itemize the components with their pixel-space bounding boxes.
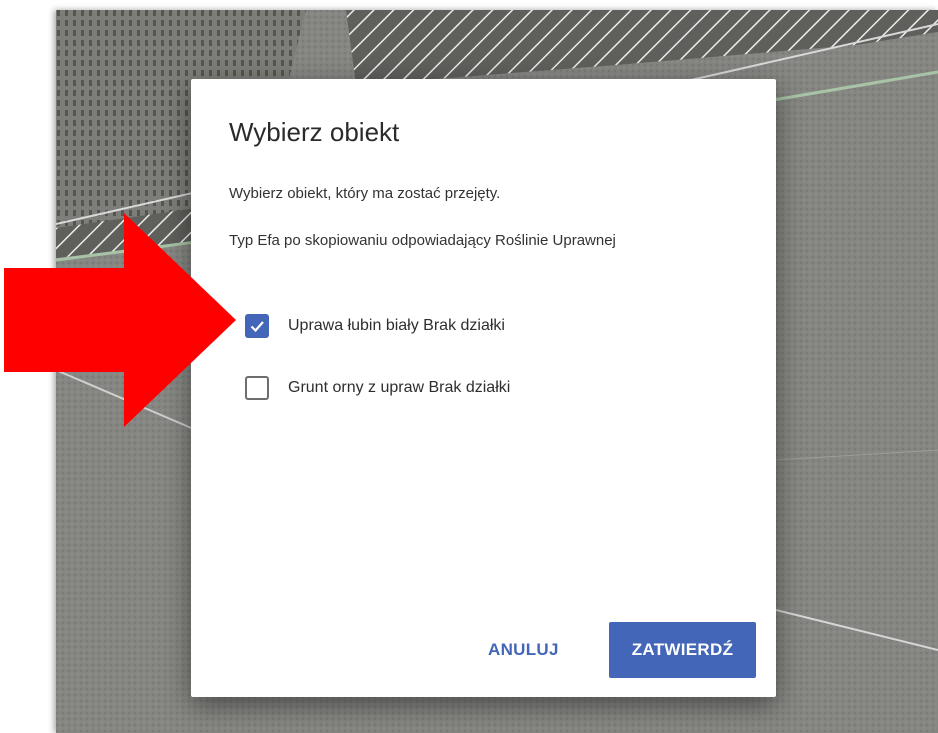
- dialog-instruction: Wybierz obiekt, który ma zostać przejęty…: [229, 185, 501, 202]
- option-label: Grunt orny z upraw Brak działki: [288, 379, 511, 396]
- cancel-button[interactable]: ANULUJ: [488, 639, 559, 661]
- option-grunt-orny[interactable]: Grunt orny z upraw Brak działki: [245, 374, 510, 402]
- option-uprawa-lubin[interactable]: Uprawa łubin biały Brak działki: [245, 312, 505, 340]
- select-object-dialog: Wybierz obiekt Wybierz obiekt, który ma …: [191, 79, 776, 697]
- option-label: Uprawa łubin biały Brak działki: [288, 317, 505, 334]
- checkbox-checked[interactable]: [245, 314, 269, 338]
- confirm-button[interactable]: ZATWIERDŹ: [609, 622, 756, 678]
- dialog-title: Wybierz obiekt: [229, 117, 400, 147]
- dialog-subtitle: Typ Efa po skopiowaniu odpowiadający Roś…: [229, 232, 616, 249]
- checkbox-unchecked[interactable]: [245, 376, 269, 400]
- screen: Wybierz obiekt Wybierz obiekt, który ma …: [0, 0, 938, 733]
- checkmark-icon: [250, 321, 264, 333]
